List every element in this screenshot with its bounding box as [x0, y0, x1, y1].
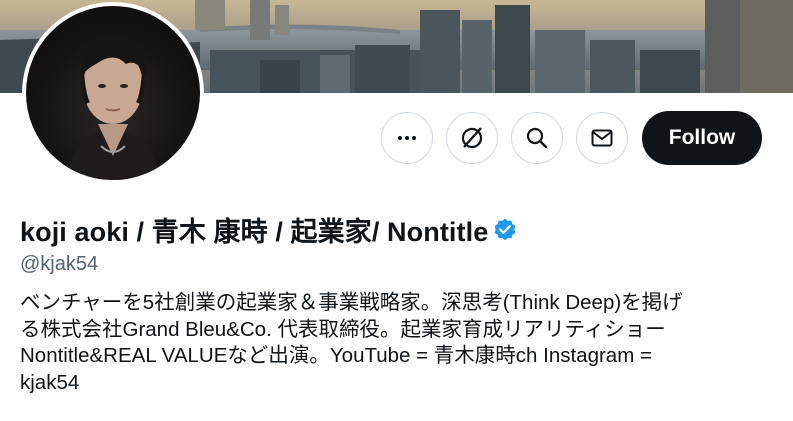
search-icon	[525, 126, 549, 150]
profile-avatar[interactable]	[22, 2, 204, 184]
more-button[interactable]	[381, 112, 433, 164]
grok-icon	[459, 125, 485, 151]
profile-actions: Follow	[381, 111, 762, 165]
envelope-icon	[590, 126, 614, 150]
profile-bio: ベンチャーを5社創業の起業家＆事業戦略家。深思考(Think Deep)を掲げ …	[20, 291, 683, 394]
message-button[interactable]	[576, 112, 628, 164]
verified-badge-icon[interactable]	[492, 217, 518, 243]
profile-name-row: koji aoki / 青木 康時 / 起業家/ Nontitle	[20, 210, 518, 249]
more-horizontal-icon	[395, 126, 419, 150]
display-name: koji aoki / 青木 康時 / 起業家/ Nontitle	[20, 217, 489, 247]
follow-button[interactable]: Follow	[642, 111, 762, 165]
search-button[interactable]	[511, 112, 563, 164]
grok-button[interactable]	[446, 112, 498, 164]
user-handle: @kjak54	[20, 253, 99, 275]
